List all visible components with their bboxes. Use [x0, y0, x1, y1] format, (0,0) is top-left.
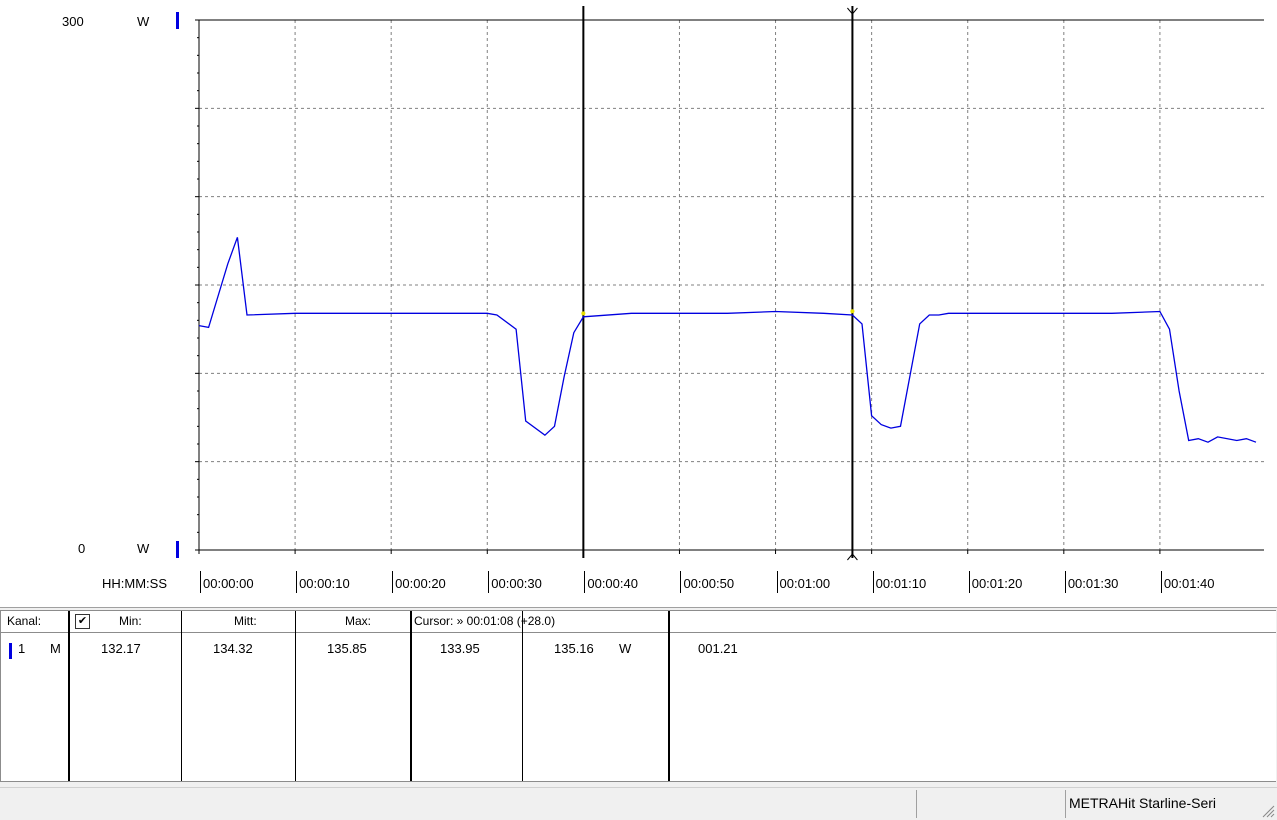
- status-device: METRAHit Starline-Seri: [1069, 795, 1217, 811]
- header-mitt: Mitt:: [234, 614, 257, 628]
- show-channel-checkbox[interactable]: ✔: [75, 614, 90, 629]
- column-divider: [295, 611, 296, 781]
- resize-grip-icon[interactable]: [1261, 804, 1275, 818]
- x-tick-separator: [1064, 571, 1066, 593]
- status-pane: [916, 790, 917, 818]
- x-tick-separator: [872, 571, 874, 593]
- line-chart[interactable]: [0, 0, 1277, 607]
- cursor-value-point-1: [581, 311, 586, 316]
- y-min-unit: W: [137, 541, 150, 556]
- x-tick-label: 00:01:40: [1163, 576, 1215, 591]
- x-tick-label: 00:00:50: [683, 576, 735, 591]
- column-divider: [668, 611, 670, 781]
- column-divider: [410, 611, 412, 781]
- x-tick-separator: [392, 571, 394, 593]
- x-tick-label: 00:00:00: [203, 576, 254, 591]
- x-tick-separator: [1160, 571, 1162, 593]
- x-tick-separator: [968, 571, 970, 593]
- statistics-table: Kanal: ✔ Min: Mitt: Max: Cursor: » 00:01…: [0, 610, 1276, 782]
- x-tick-label: 00:01:10: [875, 576, 927, 591]
- row-unit: W: [619, 641, 632, 656]
- x-tick-separator: [680, 571, 682, 593]
- x-tick-label: 00:00:30: [491, 576, 542, 591]
- x-tick-separator: [488, 571, 490, 593]
- cursor-value-point-2: [850, 309, 855, 314]
- x-axis-label: HH:MM:SS: [102, 576, 167, 591]
- header-kanal: Kanal:: [7, 614, 42, 628]
- series-line-1: [198, 237, 1257, 443]
- app-window: 300 W 0 W HH:MM:SS 00:00:00 00:00:10 00:00…: [0, 0, 1277, 820]
- x-tick-label: 00:00:10: [299, 576, 350, 591]
- x-tick-separator: [584, 571, 586, 593]
- status-pane: [1065, 790, 1066, 818]
- row-max: 135.85: [327, 641, 367, 656]
- column-divider: [522, 611, 523, 781]
- x-tick-label: 00:01:20: [971, 576, 1023, 591]
- row-channel: 1: [18, 641, 26, 656]
- row-extra: 001.21: [698, 641, 738, 656]
- header-cursor: Cursor: » 00:01:08 (+28.0): [414, 614, 556, 628]
- row-mitt: 134.32: [213, 641, 253, 656]
- row-min: 132.17: [101, 641, 141, 656]
- column-divider: [68, 611, 70, 781]
- status-bar: METRAHit Starline-Seri: [0, 787, 1277, 820]
- y-min-label: 0: [78, 541, 86, 556]
- row-cursor1: 133.95: [440, 641, 480, 656]
- y-max-label: 300: [62, 14, 84, 29]
- header-min: Min:: [119, 614, 142, 628]
- x-tick-label: 00:01:00: [779, 576, 831, 591]
- x-tick-label: 00:00:20: [395, 576, 446, 591]
- row-cursor2: 135.16: [554, 641, 594, 656]
- channel-min-marker: [176, 541, 179, 558]
- column-divider: [181, 611, 182, 781]
- header-max: Max:: [345, 614, 372, 628]
- x-tick-label: 00:00:40: [587, 576, 638, 591]
- row-mode: M: [50, 641, 61, 656]
- x-tick-separator: [776, 571, 778, 593]
- header-divider: [1, 632, 1276, 633]
- x-tick-label: 00:01:30: [1067, 576, 1119, 591]
- y-max-unit: W: [137, 14, 150, 29]
- x-tick-separator: [200, 571, 201, 593]
- channel-max-marker: [176, 12, 179, 29]
- plot-area[interactable]: 300 W 0 W HH:MM:SS 00:00:00 00:00:10 00:00…: [0, 0, 1277, 608]
- channel-color-marker: [9, 643, 12, 659]
- x-tick-separator: [296, 571, 298, 593]
